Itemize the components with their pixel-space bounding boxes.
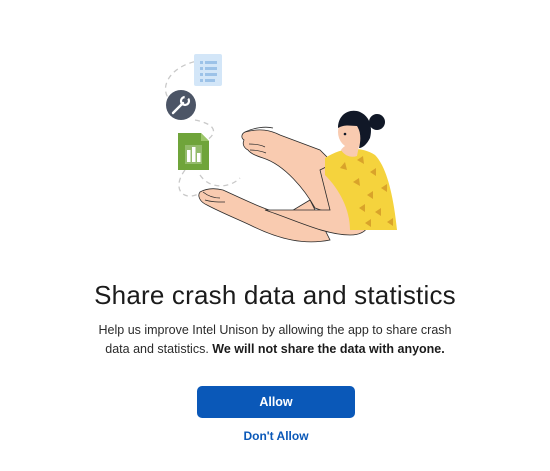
chart-file-icon [178, 133, 209, 170]
dialog-description: Help us improve Intel Unison by allowing… [95, 321, 455, 359]
description-bold-text: We will not share the data with anyone. [212, 342, 445, 356]
share-data-illustration [165, 54, 397, 243]
wrench-icon [166, 90, 196, 120]
allow-button[interactable]: Allow [197, 386, 355, 418]
document-list-icon [194, 54, 222, 86]
dialog-title: Share crash data and statistics [94, 280, 456, 310]
dont-allow-link[interactable]: Don't Allow [0, 428, 550, 444]
person-head [338, 110, 385, 148]
share-crash-data-dialog: Share crash data and statistics Help us … [0, 0, 550, 471]
